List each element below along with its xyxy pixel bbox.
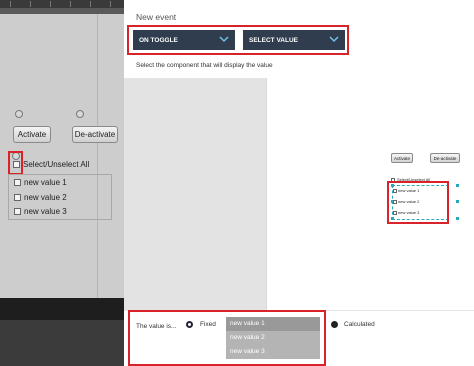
ruler-tick <box>90 1 91 7</box>
list-item: new value 2 <box>24 193 67 202</box>
background-editor: Activate De-activate Select/Unselect All… <box>0 0 124 366</box>
gear-icon[interactable] <box>15 110 23 118</box>
item-checkbox[interactable] <box>14 194 21 201</box>
trigger-dropdown[interactable]: ON TOGGLE <box>133 30 235 50</box>
calculated-radio[interactable] <box>331 321 338 328</box>
bottom-panel-strip <box>0 298 124 320</box>
instruction-text: Select the component that will display t… <box>136 62 273 69</box>
ruler-tick <box>110 1 111 7</box>
chevron-down-icon <box>329 36 339 43</box>
value-is-label: The value is... <box>136 323 177 330</box>
chevron-down-icon <box>219 36 229 43</box>
item-checkbox[interactable] <box>14 179 21 186</box>
gear-icon[interactable] <box>76 110 84 118</box>
list-item: new value 3 <box>24 207 67 216</box>
highlight-box <box>387 181 449 224</box>
value-list-item[interactable]: new value 1 <box>226 317 320 331</box>
dialog-title: New event <box>136 12 177 22</box>
highlight-box <box>8 151 23 175</box>
ruler-tick <box>10 1 11 7</box>
resize-handle[interactable] <box>456 200 459 203</box>
item-checkbox[interactable] <box>14 208 21 215</box>
select-all-label: Select/Unselect All <box>23 160 90 169</box>
activate-button[interactable]: Activate <box>13 126 51 143</box>
value-list-item[interactable]: new value 3 <box>226 345 320 359</box>
fixed-radio[interactable] <box>186 321 193 328</box>
top-ruler <box>0 0 124 8</box>
trigger-dropdown-label: ON TOGGLE <box>139 36 178 44</box>
deactivate-button[interactable]: De-activate <box>72 126 118 143</box>
preview-margin <box>124 78 266 310</box>
resize-handle[interactable] <box>456 184 459 187</box>
fixed-label: Fixed <box>200 321 216 328</box>
ruler-tick <box>30 1 31 7</box>
toolbar-strip <box>0 8 124 14</box>
resize-handle[interactable] <box>456 217 459 220</box>
preview-deactivate-button[interactable]: De-activate <box>430 153 460 163</box>
dialog-footer: The value is... Fixed new value 1 new va… <box>124 310 474 366</box>
ruler-tick <box>70 1 71 7</box>
action-dropdown-label: SELECT VALUE <box>249 36 298 44</box>
canvas-guide-line <box>97 14 98 298</box>
value-list-item[interactable]: new value 2 <box>226 331 320 345</box>
dialog-header: New event ON TOGGLE SELECT VALUE <box>124 0 474 62</box>
ruler-tick <box>50 1 51 7</box>
action-dropdown[interactable]: SELECT VALUE <box>243 30 345 50</box>
preview-activate-button[interactable]: Activate <box>391 153 413 163</box>
calculated-label: Calculated <box>344 321 375 328</box>
list-item: new value 1 <box>24 178 67 187</box>
fixed-value-list[interactable]: new value 1 new value 2 new value 3 <box>226 317 320 359</box>
